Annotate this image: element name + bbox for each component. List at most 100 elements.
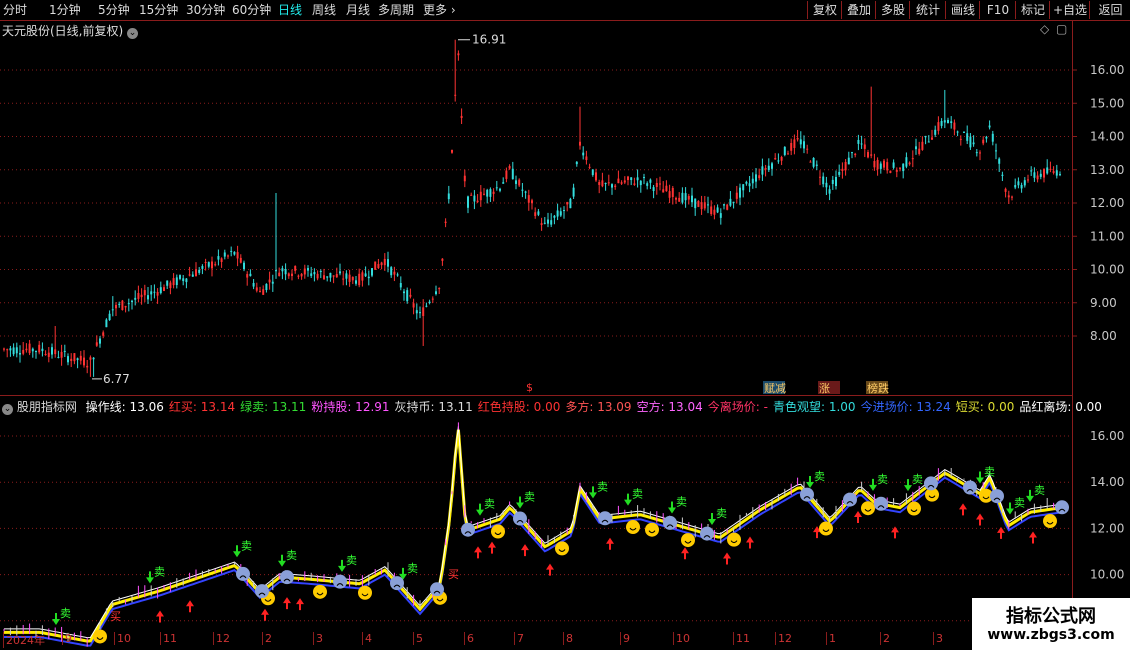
toolbar-button[interactable]: F10 [979, 1, 1016, 19]
candle-body [559, 211, 562, 216]
candle-body [175, 277, 178, 286]
period-tab[interactable]: 5分钟 [98, 2, 130, 18]
period-tab[interactable]: 多周期 [378, 2, 414, 18]
toolbar-button[interactable]: 返回 [1089, 1, 1130, 19]
candle-body [652, 187, 655, 191]
period-tab[interactable]: 30分钟 [186, 2, 225, 18]
candle-body [908, 162, 911, 165]
candle-body [927, 141, 930, 143]
candle-body [614, 185, 617, 188]
sad-face-icon [1055, 500, 1069, 515]
candle-body [470, 194, 473, 196]
toolbar-button[interactable]: 复权 [807, 1, 842, 19]
candle-body [76, 358, 79, 360]
candle-body [489, 189, 492, 197]
candle-body [857, 139, 860, 144]
date-label: 5 [413, 632, 423, 645]
toolbar-button[interactable]: 多股 [875, 1, 910, 19]
candle-body [249, 273, 252, 277]
candle-body [54, 349, 57, 355]
candle-body [694, 198, 697, 209]
price-tick-label: 15.00 [1090, 96, 1124, 110]
sell-arrow [338, 559, 346, 572]
period-tab[interactable]: 1分钟 [49, 2, 81, 18]
sell-arrow [516, 496, 524, 509]
candle-body [812, 158, 815, 167]
sad-face-icon [924, 476, 938, 491]
toolbar-button[interactable]: +自选 [1049, 1, 1090, 19]
period-tab[interactable]: 60分钟 [232, 2, 271, 18]
more-periods-button[interactable]: 更多 › [423, 2, 456, 18]
toolbar-button[interactable]: 统计 [909, 1, 946, 19]
candle-body [191, 274, 194, 277]
candle-body [867, 152, 869, 158]
candle-body [777, 160, 780, 162]
candle-body [124, 306, 127, 308]
price-tick-label: 12.00 [1090, 196, 1124, 210]
candle-body [287, 273, 290, 277]
candle-body [534, 212, 537, 216]
date-label: 3 [933, 632, 943, 645]
buy-arrow [474, 546, 482, 559]
candle-body [687, 196, 690, 200]
sell-arrow [904, 479, 912, 492]
candle-body [438, 288, 441, 290]
candle-body [764, 167, 767, 170]
candle-body [950, 121, 953, 124]
candle-body [214, 264, 217, 266]
sell-label: 卖 [716, 507, 727, 520]
candle-body [252, 282, 255, 287]
candle-body [809, 161, 812, 163]
candle-body [604, 182, 607, 184]
watermark-title: 指标公式网 [1006, 606, 1096, 627]
sell-label: 卖 [597, 480, 608, 493]
candle-body [9, 348, 12, 351]
candle-body [991, 133, 994, 142]
sad-face-icon [800, 487, 814, 502]
candle-body [115, 304, 117, 309]
period-tab[interactable]: 日线 [278, 2, 302, 18]
date-label: 10 [673, 632, 690, 645]
toolbar-button[interactable]: 标记 [1015, 1, 1050, 19]
toolbar-button[interactable]: 叠加 [841, 1, 876, 19]
candle-body [1059, 174, 1061, 176]
sell-label: 卖 [154, 565, 165, 578]
candle-body [585, 156, 588, 161]
candle-body [761, 166, 764, 175]
candle-body [892, 162, 895, 168]
candle-body [102, 332, 105, 336]
period-tab[interactable]: 15分钟 [139, 2, 178, 18]
candle-body [204, 261, 207, 263]
candle-body [537, 211, 540, 215]
candle-body [467, 196, 469, 208]
candle-body [582, 152, 585, 156]
period-tab[interactable]: 分时 [3, 2, 27, 18]
toolbar-button[interactable]: 画线 [945, 1, 980, 19]
candle-body [428, 301, 431, 303]
sell-arrow [806, 476, 814, 489]
candle-body [627, 176, 629, 181]
candle-body [502, 182, 505, 184]
sad-face-icon [990, 489, 1004, 504]
period-tab[interactable]: 月线 [346, 2, 370, 18]
candle-body [659, 183, 661, 185]
sell-arrow [589, 486, 597, 499]
happy-face-icon [681, 533, 695, 548]
buy-arrow [283, 597, 291, 610]
candle-body [316, 273, 319, 279]
indicator-chart-svg[interactable]: 16.0014.0012.0010.008.00卖卖卖卖卖卖卖卖卖卖卖卖卖卖卖卖… [0, 396, 1130, 650]
period-tab[interactable]: 周线 [312, 2, 336, 18]
candle-body [940, 120, 943, 126]
event-tag: 榜跌 [867, 381, 889, 395]
candle-body [486, 189, 489, 197]
candle-body [60, 351, 63, 358]
buy-arrow [959, 503, 967, 516]
candle-body [310, 273, 313, 276]
price-chart-svg[interactable]: 16.00 15.00 14.00 13.00 12.00 11.00 10.00 9.00 8… [0, 21, 1130, 395]
candle-body [284, 269, 287, 275]
dollar-marker: $ [526, 381, 533, 394]
candle-body [521, 189, 524, 191]
sell-arrow [52, 612, 60, 625]
candle-body [566, 202, 569, 205]
candle-body [223, 252, 226, 257]
